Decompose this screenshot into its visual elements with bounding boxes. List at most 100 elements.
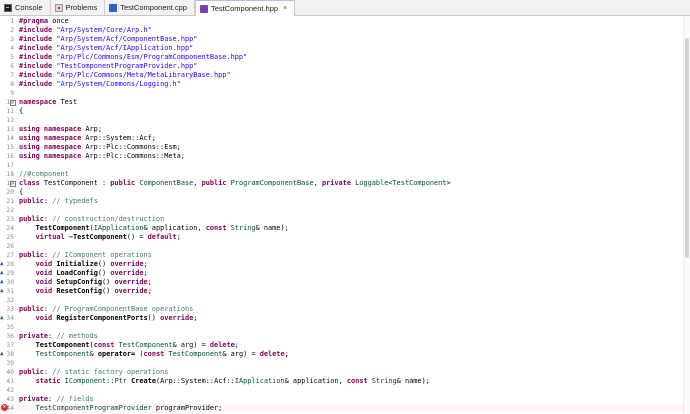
code-line[interactable]: 18 //#component	[0, 170, 684, 179]
code-line[interactable]: 15 using namespace Arp::Plc::Commons::Esm…	[0, 143, 684, 152]
line-number: 5	[10, 54, 14, 61]
code-line[interactable]: 27 public: // IComponent operations	[0, 251, 684, 260]
code-token: (	[135, 350, 144, 358]
code-line[interactable]: 36 private: // methods	[0, 332, 684, 341]
code-token: :	[43, 251, 53, 259]
code-line[interactable]: 17	[0, 161, 684, 170]
code-line[interactable]: 8 #include "Arp/System/Commons/Logging.h"	[0, 80, 684, 89]
code-line[interactable]: 39	[0, 359, 684, 368]
code-line[interactable]: 41 static IComponent::Ptr Create(Arp::Sy…	[0, 377, 684, 386]
vertical-scrollbar[interactable]	[683, 16, 690, 414]
code-line[interactable]: 33 public: // ProgramComponentBase operat…	[0, 305, 684, 314]
code-token: #include	[19, 53, 53, 61]
code-line[interactable]: 3 #include "Arp/System/Acf/ComponentBase.…	[0, 35, 684, 44]
tab-console[interactable]: Console	[0, 0, 51, 15]
line-number: 35	[6, 324, 14, 331]
code-line[interactable]: 23 public: // construction/destruction	[0, 215, 684, 224]
code-line[interactable]: 20 {	[0, 188, 684, 197]
code-line[interactable]: 14 using namespace Arp::System::Acf;	[0, 134, 684, 143]
code-token: override	[160, 314, 194, 322]
code-line[interactable]: 7 #include "Arp/Plc/Commons/Meta/MetaLibr…	[0, 71, 684, 80]
code-token: TestComponent	[168, 350, 223, 358]
code-line[interactable]: 38 ▲ TestComponent& operator= (const Test…	[0, 350, 684, 359]
close-tab-icon[interactable]: ×	[283, 5, 287, 12]
code-line[interactable]: 21 public: // typedefs	[0, 197, 684, 206]
code-line[interactable]: 42	[0, 386, 684, 395]
tab-label: Problems	[65, 3, 98, 12]
fold-toggle-icon[interactable]: −	[10, 100, 16, 106]
code-token: ResetConfig	[56, 287, 103, 295]
code-line[interactable]: 28 ▲ void Initialize() override;	[0, 260, 684, 269]
code-line[interactable]: 10− namespace Test	[0, 98, 684, 107]
code-line[interactable]: 1 #pragma once	[0, 17, 684, 26]
code-line[interactable]: 16 using namespace Arp::Plc::Commons::Met…	[0, 152, 684, 161]
code-token: // ProgramComponentBase operations	[52, 305, 194, 313]
line-number: 26	[6, 243, 14, 250]
code-line[interactable]: 6 #include "TestComponentProgramProvider.…	[0, 62, 684, 71]
code-token: LoadConfig	[56, 269, 98, 277]
code-line[interactable]: 35	[0, 323, 684, 332]
error-icon[interactable]: ×	[1, 404, 8, 411]
code-line[interactable]: 25 virtual ~TestComponent() = default;	[0, 233, 684, 242]
code-token: private	[321, 179, 351, 187]
code-token: IComponent	[64, 377, 107, 385]
override-marker-icon[interactable]: ▲	[0, 288, 5, 294]
code-line[interactable]: 26	[0, 242, 684, 251]
scrollbar-thumb[interactable]	[685, 38, 689, 258]
code-line[interactable]: 29 ▲ void LoadConfig() override;	[0, 269, 684, 278]
code-line[interactable]: 31 ▲ void ResetConfig() override;	[0, 287, 684, 296]
code-line[interactable]: 2 #include "Arp/System/Core/Arp.h"	[0, 26, 684, 35]
code-token: ()	[97, 260, 111, 268]
code-line[interactable]: 19− class TestComponent : public Componen…	[0, 179, 684, 188]
tab-testcomponent-hpp[interactable]: TestComponent.hpp ×	[194, 0, 296, 16]
code-line[interactable]: 22	[0, 206, 684, 215]
code-token: ComponentBase	[139, 179, 194, 187]
tab-testcomponent-cpp[interactable]: TestComponent.cpp	[105, 0, 195, 15]
code-token: "Arp/System/Commons/Logging.h"	[56, 80, 181, 88]
code-line[interactable]: 34 ▲ void RegisterComponentPorts() overri…	[0, 314, 684, 323]
code-token: default	[147, 233, 177, 241]
code-token: ~TestComponent	[68, 233, 127, 241]
code-line[interactable]: 4 #include "Arp/System/Acf/IApplication.h…	[0, 44, 684, 53]
code-line[interactable]: 24 TestComponent(IApplication& applicati…	[0, 224, 684, 233]
tab-problems[interactable]: Problems	[51, 0, 106, 15]
code-line[interactable]: 11 {	[0, 107, 684, 116]
code-text: {	[19, 107, 23, 116]
code-text: public: // ProgramComponentBase operatio…	[19, 305, 193, 314]
code-line[interactable]: 37 TestComponent(const TestComponent& ar…	[0, 341, 684, 350]
override-marker-icon[interactable]: ▲	[0, 351, 5, 357]
code-text: using namespace Arp::Plc::Commons::Meta;	[19, 152, 185, 161]
code-line[interactable]: 40 public: // static factory operations	[0, 368, 684, 377]
override-marker-icon[interactable]: ▲	[0, 279, 5, 285]
code-text: #pragma once	[19, 17, 69, 26]
code-token: "Arp/Plc/Commons/Esm/ProgramComponentBas…	[56, 53, 248, 61]
override-marker-icon[interactable]: ▲	[0, 261, 5, 267]
code-token: // typedefs	[52, 197, 98, 205]
code-token: ;	[147, 287, 152, 295]
code-line[interactable]: 32	[0, 296, 684, 305]
fold-toggle-icon[interactable]: −	[10, 181, 16, 187]
line-number: 6	[10, 63, 14, 70]
code-line[interactable]: 5 #include "Arp/Plc/Commons/Esm/ProgramCo…	[0, 53, 684, 62]
code-token: #include	[19, 26, 53, 34]
code-line[interactable]: 13 using namespace Arp;	[0, 125, 684, 134]
code-token: SetupConfig	[56, 278, 103, 286]
code-text: private: // methods	[19, 332, 98, 341]
override-marker-icon[interactable]: ▲	[0, 315, 5, 321]
code-line[interactable]: 43 private: // fields	[0, 395, 684, 404]
line-number: 11	[6, 108, 14, 115]
code-line[interactable]: 44 × TestComponentProgramProvider program…	[0, 404, 684, 413]
code-token: namespace	[19, 98, 57, 106]
override-marker-icon[interactable]: ▲	[0, 270, 5, 276]
code-token: private	[19, 395, 49, 403]
code-token: TestComponent	[35, 341, 90, 349]
code-editor[interactable]: 1 #pragma once 2 #include "Arp/System/Core/…	[0, 16, 690, 414]
code-line[interactable]: 12	[0, 116, 684, 125]
code-token: override	[110, 260, 144, 268]
code-line[interactable]: 9	[0, 89, 684, 98]
code-token: Initialize	[56, 260, 98, 268]
code-line[interactable]: 30 ▲ void SetupConfig() override;	[0, 278, 684, 287]
code-token: ;	[176, 233, 181, 241]
